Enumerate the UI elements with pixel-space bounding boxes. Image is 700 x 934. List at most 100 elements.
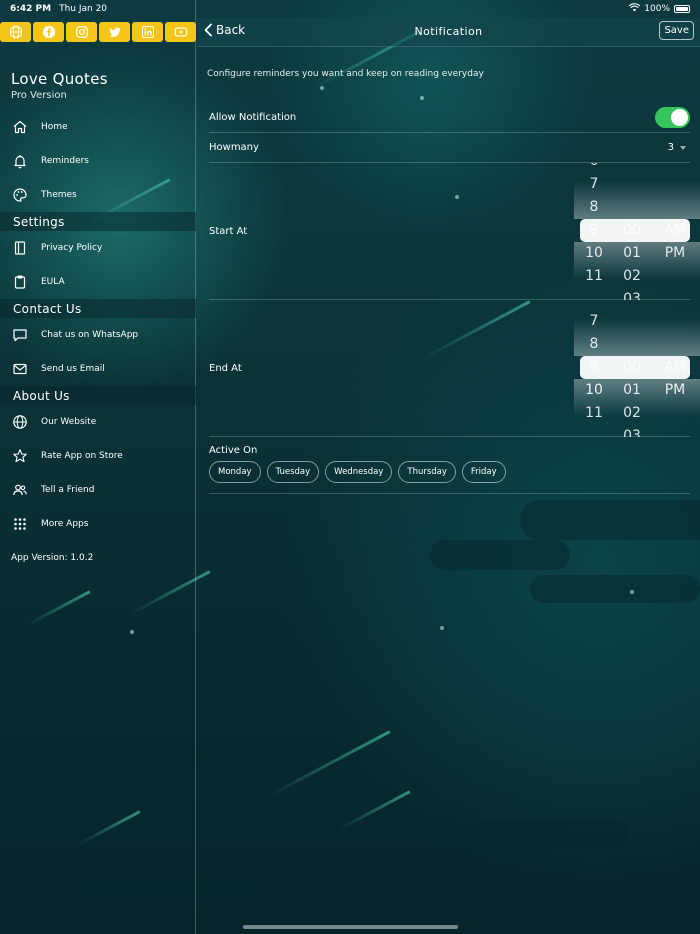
sidebar-item-reminders[interactable]: Reminders (0, 144, 196, 178)
day-chip-friday[interactable]: Friday (461, 461, 506, 483)
globe-icon (11, 413, 29, 431)
nav-header: Back Notification Save (197, 18, 700, 47)
sidebar-item-website[interactable]: Our Website (0, 405, 196, 439)
app-subtitle: Pro Version (11, 90, 67, 101)
twitter-button[interactable] (99, 22, 130, 42)
twitter-icon (108, 27, 121, 37)
save-button[interactable]: Save (659, 21, 694, 40)
end-time-picker[interactable]: 7 8 9 10 11 00 01 02 03 AM PM (574, 300, 700, 437)
sidebar-item-label: Privacy Policy (41, 243, 103, 253)
meteor-streak (265, 730, 391, 799)
sidebar-item-label: EULA (41, 277, 65, 287)
background-shape (430, 820, 630, 852)
picker-hour: 6 (582, 163, 606, 173)
sidebar: Love Quotes Pro Version Home Reminders T… (0, 0, 196, 934)
facebook-button[interactable] (33, 22, 64, 42)
start-time-picker[interactable]: 6 7 8 9 10 11 00 01 02 03 AM P (574, 163, 700, 300)
day-chip-thursday[interactable]: Thursday (398, 461, 456, 483)
sidebar-item-themes[interactable]: Themes (0, 178, 196, 212)
sidebar-item-email[interactable]: Send us Email (0, 352, 196, 386)
youtube-button[interactable] (165, 22, 196, 42)
book-icon (11, 239, 29, 257)
clipboard-icon (11, 273, 29, 291)
day-chip-tuesday[interactable]: Tuesday (266, 461, 320, 483)
sidebar-item-label: Send us Email (41, 364, 105, 374)
app-version: App Version: 1.0.2 (11, 553, 94, 563)
picker-minute: 03 (623, 428, 641, 437)
star-icon (11, 447, 29, 465)
picker-minute: 01 (623, 382, 641, 398)
youtube-icon (174, 27, 187, 37)
users-icon (11, 481, 29, 499)
howmany-select[interactable]: 3 (668, 142, 686, 153)
picker-ampm-column[interactable]: AM PM (660, 163, 690, 265)
end-at-row: End At 7 8 9 10 11 00 01 02 03 AM PM (209, 300, 700, 437)
picker-hour: 7 (589, 313, 599, 329)
sidebar-item-rate-app[interactable]: Rate App on Store (0, 439, 196, 473)
picker-ampm (660, 310, 690, 333)
picker-minute (618, 163, 646, 173)
allow-notification-toggle[interactable] (655, 107, 690, 128)
picker-ampm (660, 173, 690, 196)
home-icon (11, 118, 29, 136)
star (420, 96, 424, 100)
picker-minute-column[interactable]: 00 01 02 03 (618, 163, 646, 300)
app-title: Love Quotes (11, 70, 108, 88)
section-header-contact: Contact Us (0, 299, 196, 318)
sidebar-item-whatsapp[interactable]: Chat us on WhatsApp (0, 318, 196, 352)
social-bar (0, 22, 196, 42)
picker-ampm (660, 196, 690, 219)
status-bar: 6:42 PM Thu Jan 20 100% (0, 0, 700, 18)
battery-percent: 100% (644, 4, 670, 14)
start-at-row: Start At 6 7 8 9 10 11 00 01 02 03 (209, 163, 700, 300)
status-time: 6:42 PM (10, 4, 52, 14)
status-date: Thu Jan 20 (59, 4, 108, 14)
picker-hour-column[interactable]: 6 7 8 9 10 11 (582, 163, 606, 288)
meteor-streak (338, 790, 411, 831)
sidebar-item-label: Our Website (41, 417, 97, 427)
globe-button[interactable] (0, 22, 31, 42)
envelope-icon (11, 360, 29, 378)
picker-hour: 8 (589, 336, 599, 352)
sidebar-item-label: Themes (41, 190, 77, 200)
description-text: Configure reminders you want and keep on… (207, 69, 484, 79)
sidebar-item-eula[interactable]: EULA (0, 265, 196, 299)
sidebar-item-tell-friend[interactable]: Tell a Friend (0, 473, 196, 507)
palette-icon (11, 186, 29, 204)
picker-minute-column[interactable]: 00 01 02 03 (618, 300, 646, 437)
picker-hour: 10 (585, 245, 603, 261)
sidebar-item-label: Rate App on Store (41, 451, 123, 461)
allow-notification-label: Allow Notification (209, 112, 297, 123)
picker-hour: 8 (589, 199, 599, 215)
picker-ampm-column[interactable]: AM PM (660, 310, 690, 402)
end-at-label: End At (209, 363, 242, 374)
page-title: Notification (414, 25, 483, 38)
instagram-button[interactable] (66, 22, 97, 42)
picker-minute (618, 310, 646, 333)
battery-icon (674, 5, 690, 13)
sidebar-item-more-apps[interactable]: More Apps (0, 507, 196, 541)
day-chips: Monday Tuesday Wednesday Thursday Friday (209, 461, 506, 483)
active-on-label: Active On (209, 445, 258, 456)
sidebar-item-label: Home (41, 122, 68, 132)
picker-minute: 02 (623, 405, 641, 421)
sidebar-item-privacy-policy[interactable]: Privacy Policy (0, 231, 196, 265)
start-at-label: Start At (209, 226, 248, 237)
picker-hour: 10 (585, 382, 603, 398)
day-chip-wednesday[interactable]: Wednesday (325, 461, 393, 483)
linkedin-button[interactable] (132, 22, 163, 42)
picker-hour-column[interactable]: 7 8 9 10 11 (582, 310, 606, 425)
star (630, 590, 634, 594)
howmany-label: Howmany (209, 142, 259, 153)
wifi-icon (629, 3, 641, 15)
instagram-icon (75, 26, 88, 38)
active-on-row: Active On Monday Tuesday Wednesday Thurs… (209, 437, 690, 494)
background-shape (520, 500, 700, 540)
sidebar-item-label: More Apps (41, 519, 89, 529)
background-shape (430, 540, 570, 570)
howmany-row: Howmany 3 (209, 133, 690, 163)
day-chip-monday[interactable]: Monday (209, 461, 261, 483)
sidebar-item-home[interactable]: Home (0, 110, 196, 144)
home-indicator[interactable] (243, 925, 458, 929)
star (440, 626, 444, 630)
